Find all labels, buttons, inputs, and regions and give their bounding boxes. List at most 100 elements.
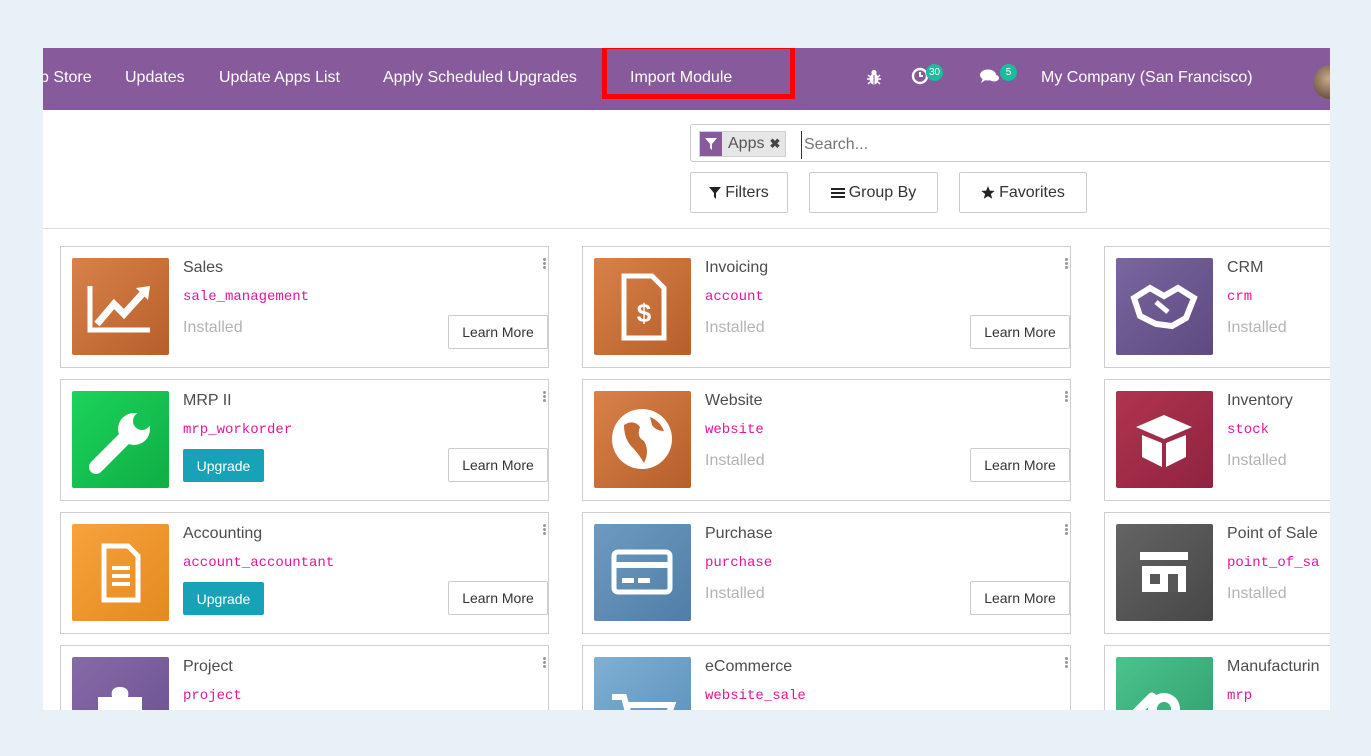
menu-apply-scheduled-upgrades[interactable]: Apply Scheduled Upgrades: [383, 48, 577, 110]
user-avatar[interactable]: [1313, 65, 1330, 99]
app-technical-name: website: [705, 422, 764, 438]
wrench-icon: [72, 391, 169, 488]
odoo-window: p Store Updates Update Apps List Apply S…: [43, 48, 1330, 710]
upgrade-button[interactable]: Upgrade: [183, 582, 264, 615]
app-name: Invoicing: [705, 259, 769, 276]
app-name: Inventory: [1227, 392, 1293, 409]
app-name: CRM: [1227, 259, 1264, 276]
kebab-menu-icon[interactable]: [542, 523, 546, 536]
app-card-mrp-ii[interactable]: MRP II mrp_workorder Upgrade Learn More: [60, 379, 549, 501]
puzzle-icon: [72, 657, 169, 710]
app-technical-name: stock: [1227, 422, 1270, 438]
app-card-point-of-sale[interactable]: Point of Sale point_of_sa Installed: [1104, 512, 1330, 634]
handshake-icon: [1116, 258, 1213, 355]
app-technical-name: mrp: [1227, 688, 1253, 704]
app-name: MRP II: [183, 392, 232, 409]
app-technical-name: crm: [1227, 289, 1253, 305]
learn-more-button[interactable]: Learn More: [970, 315, 1070, 349]
app-technical-name: account_accountant: [183, 555, 335, 571]
app-card-invoicing[interactable]: $ Invoicing account Installed Learn More: [582, 246, 1071, 368]
app-status: Installed: [1227, 319, 1287, 336]
app-technical-name: point_of_sa: [1227, 555, 1320, 571]
activity-count-badge: 30: [926, 64, 944, 81]
app-status: Installed: [705, 585, 765, 602]
app-name: Point of Sale: [1227, 525, 1318, 542]
messages-count-badge: 5: [1000, 64, 1017, 81]
sales-chart-icon: [72, 258, 169, 355]
kebab-menu-icon[interactable]: [1064, 523, 1068, 536]
app-name: Website: [705, 392, 763, 409]
document-icon: [72, 524, 169, 621]
learn-more-button[interactable]: Learn More: [970, 581, 1070, 615]
search-input[interactable]: [801, 131, 1326, 159]
app-status: Installed: [183, 319, 243, 336]
app-card-purchase[interactable]: Purchase purchase Installed Learn More: [582, 512, 1071, 634]
star-icon: [981, 185, 995, 199]
debug-bug-icon[interactable]: [866, 68, 882, 91]
learn-more-button[interactable]: Learn More: [448, 581, 548, 615]
app-name: Manufacturin: [1227, 658, 1320, 675]
app-status: Installed: [705, 452, 765, 469]
app-technical-name: purchase: [705, 555, 773, 571]
app-name: eCommerce: [705, 658, 793, 675]
list-bars-icon: [830, 187, 845, 198]
learn-more-button[interactable]: Learn More: [970, 448, 1070, 482]
app-card-website[interactable]: Website website Installed Learn More: [582, 379, 1071, 501]
filter-icon: [709, 186, 722, 199]
app-technical-name: mrp_workorder: [183, 422, 293, 438]
group-by-button[interactable]: Group By: [809, 172, 938, 213]
learn-more-button[interactable]: Learn More: [448, 448, 548, 482]
control-panel-divider: [43, 228, 1330, 229]
filter-funnel-icon: [700, 132, 722, 156]
globe-icon: [594, 391, 691, 488]
kebab-menu-icon[interactable]: [1064, 257, 1068, 270]
app-card-manufacturing[interactable]: Manufacturin mrp: [1104, 645, 1330, 710]
kebab-menu-icon[interactable]: [542, 390, 546, 403]
upgrade-button[interactable]: Upgrade: [183, 449, 264, 482]
app-name: Accounting: [183, 525, 263, 542]
shopping-cart-icon: [594, 657, 691, 710]
app-name: Project: [183, 658, 233, 675]
search-facet: Apps ✖: [699, 131, 787, 157]
shop-icon: [1116, 524, 1213, 621]
highlight-box: [602, 48, 795, 99]
app-name: Purchase: [705, 525, 773, 542]
app-technical-name: website_sale: [705, 688, 806, 704]
facet-label: Apps: [728, 135, 765, 152]
menu-app-store[interactable]: p Store: [43, 48, 92, 110]
app-card-ecommerce[interactable]: eCommerce website_sale: [582, 645, 1071, 710]
kebab-menu-icon[interactable]: [542, 257, 546, 270]
app-status: Installed: [1227, 452, 1287, 469]
app-status: Installed: [1227, 585, 1287, 602]
favorites-button[interactable]: Favorites: [959, 172, 1087, 213]
svg-text:$: $: [637, 298, 652, 328]
invoice-document-icon: $: [594, 258, 691, 355]
messages-chat-icon[interactable]: [980, 68, 1000, 89]
app-card-project[interactable]: Project project: [60, 645, 549, 710]
app-card-accounting[interactable]: Accounting account_accountant Upgrade Le…: [60, 512, 549, 634]
remove-facet-icon[interactable]: ✖: [769, 136, 785, 152]
credit-card-icon: [594, 524, 691, 621]
kebab-menu-icon[interactable]: [542, 656, 546, 669]
top-navbar: p Store Updates Update Apps List Apply S…: [43, 48, 1330, 110]
menu-update-apps-list[interactable]: Update Apps List: [219, 48, 340, 110]
box-icon: [1116, 391, 1213, 488]
learn-more-button[interactable]: Learn More: [448, 315, 548, 349]
wrench-gear-icon: [1116, 657, 1213, 710]
app-technical-name: account: [705, 289, 764, 305]
app-technical-name: sale_management: [183, 289, 310, 305]
app-status: Installed: [705, 319, 765, 336]
group-by-label: Group By: [848, 183, 917, 201]
filters-button[interactable]: Filters: [690, 172, 788, 213]
app-card-inventory[interactable]: Inventory stock Installed: [1104, 379, 1330, 501]
app-name: Sales: [183, 259, 224, 276]
favorites-label: Favorites: [999, 183, 1065, 201]
search-bar: Apps ✖: [690, 124, 1330, 162]
kebab-menu-icon[interactable]: [1064, 390, 1068, 403]
app-card-crm[interactable]: CRM crm Installed: [1104, 246, 1330, 368]
app-card-sales[interactable]: Sales sale_management Installed Learn Mo…: [60, 246, 549, 368]
filters-label: Filters: [725, 183, 769, 201]
company-switcher[interactable]: My Company (San Francisco): [1041, 48, 1253, 110]
menu-updates[interactable]: Updates: [125, 48, 185, 110]
kebab-menu-icon[interactable]: [1064, 656, 1068, 669]
